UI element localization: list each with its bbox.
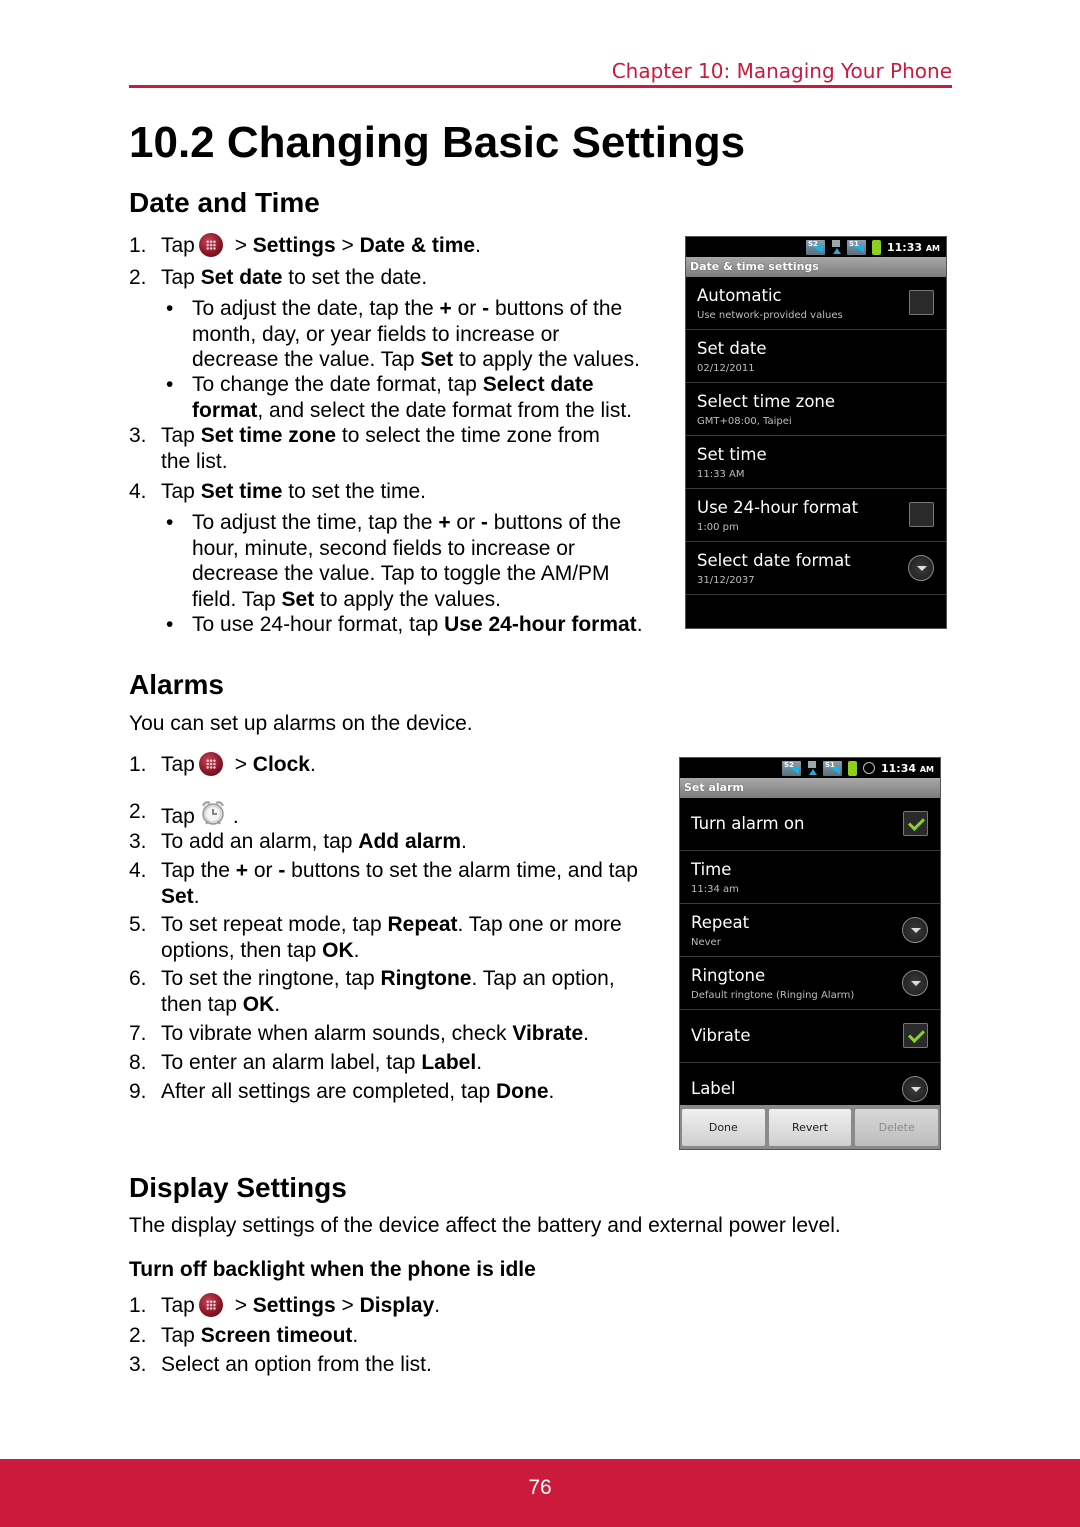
- alarm-step-8: 8. To enter an alarm label, tap Label.: [129, 1051, 483, 1074]
- battery-icon: [871, 239, 881, 255]
- setting-summary: 02/12/2011: [697, 363, 755, 374]
- setting-row-turn-alarm-on[interactable]: Turn alarm on: [680, 798, 940, 851]
- display-intro: The display settings of the device affec…: [129, 1214, 841, 1237]
- setting-summary: Never: [691, 937, 721, 948]
- setting-row-automatic[interactable]: Automatic Use network-provided values: [686, 277, 946, 330]
- app-drawer-icon: [198, 233, 223, 257]
- status-bar: S2 S1 11:34 AM: [680, 758, 940, 778]
- alarm-step-9: 9. After all settings are completed, tap…: [129, 1080, 555, 1103]
- signal-sim2-icon: S2: [805, 239, 825, 255]
- set-alarm-screenshot: S2 S1 11:34 AM Set alarm Turn alarm on Ti…: [679, 757, 941, 1150]
- alarm-step-1: 1. Tap > Clock.: [129, 752, 316, 776]
- screen-title: Set alarm: [680, 778, 940, 798]
- setting-title: Automatic: [697, 286, 782, 305]
- checkbox-checked[interactable]: [903, 1023, 928, 1048]
- date-step-3: 3. Tap Set time zone to select the time …: [129, 424, 600, 473]
- delete-button: Delete: [855, 1109, 939, 1146]
- setting-row-ringtone[interactable]: Ringtone Default ringtone (Ringing Alarm): [680, 957, 940, 1010]
- setting-title: Set date: [697, 339, 767, 358]
- setting-row-use-24-hour-format[interactable]: Use 24-hour format 1:00 pm: [686, 489, 946, 542]
- setting-title: Label: [691, 1079, 736, 1098]
- alarms-heading: Alarms: [129, 669, 224, 700]
- setting-title: Time: [691, 860, 732, 879]
- setting-row-set-date[interactable]: Set date 02/12/2011: [686, 330, 946, 383]
- status-time: 11:34 AM: [880, 761, 934, 775]
- app-drawer-icon: [198, 752, 223, 776]
- alarm-step-5: 5. To set repeat mode, tap Repeat. Tap o…: [129, 913, 622, 962]
- setting-row-set-time[interactable]: Set time 11:33 AM: [686, 436, 946, 489]
- status-time: 11:33 AM: [886, 240, 940, 254]
- time-bullet-adjust: • To adjust the time, tap the + or - but…: [166, 511, 622, 611]
- setting-row-repeat[interactable]: Repeat Never: [680, 904, 940, 957]
- setting-title: Set time: [697, 445, 767, 464]
- checkbox-unchecked[interactable]: [909, 290, 934, 315]
- setting-row-vibrate[interactable]: Vibrate: [680, 1010, 940, 1063]
- setting-title: Select date format: [697, 551, 851, 570]
- date-bullet-adjust: • To adjust the date, tap the + or - but…: [166, 297, 640, 371]
- done-button[interactable]: Done: [682, 1109, 765, 1146]
- alarm-step-6: 6. To set the ringtone, tap Ringtone. Ta…: [129, 967, 615, 1016]
- display-step-1: 1. Tap > Settings > Display.: [129, 1293, 441, 1317]
- setting-summary: 1:00 pm: [697, 522, 739, 533]
- checkbox-unchecked[interactable]: [909, 502, 934, 527]
- display-heading: Display Settings: [129, 1172, 347, 1203]
- page-title: 10.2 Changing Basic Settings: [129, 118, 746, 167]
- setting-summary: GMT+08:00, Taipei: [697, 416, 792, 427]
- checkbox-checked[interactable]: [903, 811, 928, 836]
- time-bullet-24h: • To use 24-hour format, tap Use 24-hour…: [166, 613, 643, 636]
- dropdown-arrow-icon[interactable]: [902, 917, 928, 943]
- backlight-subheading: Turn off backlight when the phone is idl…: [129, 1258, 536, 1281]
- dropdown-arrow-icon[interactable]: [902, 1076, 928, 1102]
- setting-title: Use 24-hour format: [697, 498, 859, 517]
- alarm-step-2: 2. Tap .: [129, 800, 239, 828]
- signal-sim2-icon: S2: [781, 760, 801, 776]
- setting-title: Vibrate: [691, 1026, 751, 1045]
- battery-icon: [847, 760, 857, 776]
- alarm-step-7: 7. To vibrate when alarm sounds, check V…: [129, 1022, 590, 1045]
- date-step-1: 1. Tap > Settings > Date & time.: [129, 233, 481, 257]
- alarm-button-bar: Done Revert Delete: [680, 1105, 940, 1149]
- setting-summary: 11:33 AM: [697, 469, 745, 480]
- setting-title: Turn alarm on: [691, 814, 805, 833]
- header-rule: [129, 85, 952, 88]
- dropdown-arrow-icon[interactable]: [908, 555, 934, 581]
- alarm-step-4: 4. Tap the + or - buttons to set the ala…: [129, 859, 638, 908]
- app-drawer-icon: [198, 1293, 223, 1317]
- setting-summary: Use network-provided values: [697, 310, 843, 321]
- signal-sim1-icon: S1: [846, 239, 866, 255]
- setting-row-select-time-zone[interactable]: Select time zone GMT+08:00, Taipei: [686, 383, 946, 436]
- setting-summary: Default ringtone (Ringing Alarm): [691, 990, 855, 1001]
- setting-title: Ringtone: [691, 966, 766, 985]
- signal-sim1-icon: S1: [822, 760, 842, 776]
- revert-button[interactable]: Revert: [768, 1109, 852, 1146]
- date-step-2: 2. Tap Set date to set the date.: [129, 266, 428, 289]
- date-time-heading: Date and Time: [129, 187, 320, 218]
- data-transfer-icon: [807, 760, 817, 776]
- setting-row-time[interactable]: Time 11:34 am: [680, 851, 940, 904]
- screen-title: Date & time settings: [686, 257, 946, 277]
- date-time-screenshot: S2 S1 11:33 AM Date & time settings Auto…: [685, 236, 947, 629]
- page-footer: 76: [0, 1459, 1080, 1527]
- dropdown-arrow-icon[interactable]: [902, 970, 928, 996]
- status-bar: S2 S1 11:33 AM: [686, 237, 946, 257]
- date-step-4: 4. Tap Set time to set the time.: [129, 480, 426, 503]
- setting-summary: 11:34 am: [691, 884, 739, 895]
- setting-title: Select time zone: [697, 392, 836, 411]
- data-transfer-icon: [831, 239, 841, 255]
- page-number: 76: [528, 1476, 552, 1499]
- display-step-2: 2. Tap Screen timeout.: [129, 1324, 359, 1347]
- setting-title: Repeat: [691, 913, 750, 932]
- alarms-intro: You can set up alarms on the device.: [129, 712, 473, 735]
- alarm-clock-icon: [201, 801, 224, 825]
- alarm-step-3: 3. To add an alarm, tap Add alarm.: [129, 830, 467, 853]
- setting-summary: 31/12/2037: [697, 575, 755, 586]
- date-bullet-format: • To change the date format, tap Select …: [166, 373, 633, 422]
- chapter-header: Chapter 10: Managing Your Phone: [611, 59, 952, 83]
- display-step-3: 3. Select an option from the list.: [129, 1353, 432, 1376]
- setting-row-select-date-format[interactable]: Select date format 31/12/2037: [686, 542, 946, 595]
- alarm-status-icon: [862, 762, 875, 774]
